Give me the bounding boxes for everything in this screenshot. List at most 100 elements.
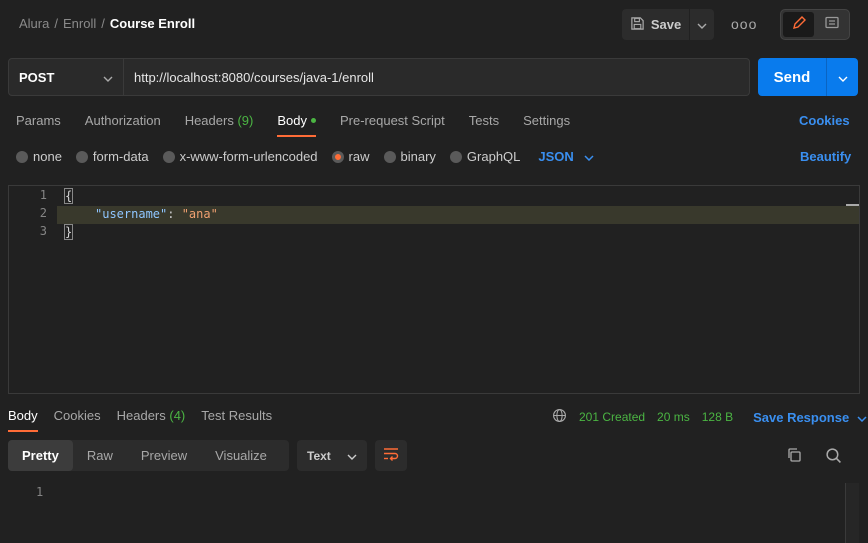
- radio-label: binary: [400, 149, 436, 164]
- code-line: {: [63, 187, 74, 205]
- save-icon: [630, 16, 645, 34]
- edit-mode-button[interactable]: [783, 12, 814, 37]
- breadcrumb-separator: /: [101, 16, 105, 31]
- radio-label: x-www-form-urlencoded: [179, 149, 318, 164]
- url-input[interactable]: http://localhost:8080/courses/java-1/enr…: [124, 58, 750, 96]
- body-type-options: none form-data x-www-form-urlencoded raw…: [16, 149, 594, 164]
- tab-prerequest-script[interactable]: Pre-request Script: [340, 113, 445, 137]
- radio-raw[interactable]: raw: [331, 149, 370, 164]
- code-line: "username": "ana": [95, 205, 218, 223]
- response-format-select[interactable]: Text: [297, 440, 367, 471]
- beautify-button[interactable]: Beautify: [800, 149, 851, 164]
- radio-urlencoded[interactable]: x-www-form-urlencoded: [162, 149, 318, 164]
- code-line: }: [63, 223, 74, 241]
- pencil-icon: [791, 15, 807, 34]
- comment-icon: [824, 15, 840, 34]
- comments-button[interactable]: [816, 12, 847, 37]
- chevron-down-icon: [838, 70, 848, 85]
- tab-response-headers[interactable]: Headers (4): [117, 408, 186, 432]
- radio-circle: [75, 150, 88, 163]
- radio-label: none: [33, 149, 62, 164]
- breadcrumb-folder[interactable]: Enroll: [63, 16, 96, 31]
- view-pretty[interactable]: Pretty: [8, 440, 73, 471]
- response-tabs: Body Cookies Headers (4) Test Results: [8, 408, 272, 432]
- breadcrumb-root[interactable]: Alura: [19, 16, 49, 31]
- breadcrumb-separator: /: [54, 16, 58, 31]
- radio-circle-selected: [331, 150, 344, 163]
- response-status-bar: 201 Created 20 ms 128 B Save Response: [552, 408, 867, 426]
- radio-binary[interactable]: binary: [383, 149, 436, 164]
- wrap-lines-button[interactable]: [375, 440, 407, 471]
- wrap-icon: [383, 447, 399, 464]
- save-options-button[interactable]: [689, 9, 714, 40]
- radio-label: GraphQL: [466, 149, 521, 164]
- close-brace: }: [63, 224, 74, 240]
- radio-graphql[interactable]: GraphQL: [449, 149, 521, 164]
- cookies-link[interactable]: Cookies: [799, 113, 850, 128]
- line-number: 2: [39, 206, 47, 220]
- radio-circle: [449, 150, 462, 163]
- method-select[interactable]: POST: [8, 58, 124, 96]
- chevron-down-icon: [347, 449, 357, 463]
- json-key: "username": [95, 207, 168, 221]
- headers-count: (9): [237, 113, 254, 128]
- tab-tests[interactable]: Tests: [469, 113, 499, 137]
- tab-response-headers-label: Headers: [116, 408, 166, 423]
- chevron-down-icon: [584, 149, 594, 164]
- radio-circle: [162, 150, 175, 163]
- json-colon: :: [167, 207, 182, 221]
- response-line-number: 1: [36, 485, 44, 499]
- more-actions-button[interactable]: ooo: [731, 16, 757, 32]
- view-preview[interactable]: Preview: [127, 440, 201, 471]
- copy-icon[interactable]: [786, 447, 802, 466]
- page-title[interactable]: Course Enroll: [110, 16, 195, 31]
- radio-label: form-data: [92, 149, 149, 164]
- send-options-button[interactable]: [826, 58, 858, 96]
- save-response-label: Save Response: [753, 409, 850, 425]
- chevron-down-icon: [697, 17, 707, 32]
- search-icon[interactable]: [825, 447, 842, 467]
- tab-headers[interactable]: Headers (9): [185, 113, 254, 137]
- save-button[interactable]: Save: [622, 9, 689, 40]
- body-indicator-dot: [310, 118, 316, 124]
- tab-params[interactable]: Params: [16, 113, 61, 137]
- open-brace: {: [63, 188, 74, 204]
- save-group: Save: [622, 9, 714, 40]
- tab-body[interactable]: Body: [277, 113, 316, 137]
- view-toggle: [780, 9, 850, 40]
- save-response-button[interactable]: Save Response: [753, 410, 867, 425]
- status-code[interactable]: 201 Created: [579, 410, 645, 424]
- response-headers-count: (4): [169, 408, 186, 423]
- tab-settings[interactable]: Settings: [523, 113, 570, 137]
- radio-circle: [16, 150, 28, 163]
- globe-icon[interactable]: [552, 408, 567, 426]
- view-raw[interactable]: Raw: [73, 440, 127, 471]
- request-tabs: Params Authorization Headers (9) Body Pr…: [16, 113, 570, 137]
- tab-body-label: Body: [277, 113, 307, 128]
- radio-circle: [383, 150, 396, 163]
- chevron-down-icon: [103, 70, 113, 85]
- chevron-down-icon: [857, 410, 867, 425]
- json-value: "ana": [181, 207, 218, 221]
- response-time[interactable]: 20 ms: [657, 410, 690, 424]
- body-format-select[interactable]: JSON: [538, 149, 594, 164]
- radio-label: raw: [348, 149, 370, 164]
- request-body-editor[interactable]: 1 2 3 { "username": "ana" }: [8, 185, 860, 394]
- response-view-selector: Pretty Raw Preview Visualize: [8, 440, 289, 471]
- view-visualize[interactable]: Visualize: [201, 440, 281, 471]
- tab-headers-label: Headers: [184, 113, 234, 128]
- response-scrollbar[interactable]: [845, 483, 859, 543]
- line-number: 1: [39, 188, 47, 202]
- send-button[interactable]: Send: [758, 58, 826, 96]
- tab-authorization[interactable]: Authorization: [85, 113, 161, 137]
- breadcrumb: Alura / Enroll / Course Enroll: [19, 16, 195, 31]
- tab-test-results[interactable]: Test Results: [201, 408, 272, 432]
- response-format-label: Text: [307, 448, 331, 463]
- tab-response-cookies[interactable]: Cookies: [54, 408, 101, 432]
- tab-response-body[interactable]: Body: [8, 408, 38, 432]
- body-format-label: JSON: [538, 149, 574, 164]
- radio-form-data[interactable]: form-data: [75, 149, 149, 164]
- response-size[interactable]: 128 B: [702, 410, 733, 424]
- radio-none[interactable]: none: [16, 149, 62, 164]
- line-number: 3: [39, 224, 47, 238]
